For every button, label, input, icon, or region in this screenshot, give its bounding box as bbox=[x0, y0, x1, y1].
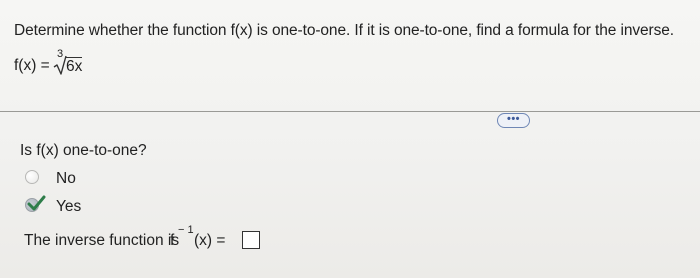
inverse-function-name: f bbox=[170, 232, 175, 249]
radio-no[interactable] bbox=[25, 170, 39, 184]
inverse-answer-input[interactable] bbox=[242, 231, 260, 249]
section-divider bbox=[0, 111, 700, 112]
checkmark-icon bbox=[27, 195, 46, 211]
one-to-one-prompt: Is f(x) one-to-one? bbox=[20, 142, 147, 159]
inverse-argument: (x) = bbox=[194, 232, 226, 249]
option-no-label: No bbox=[56, 170, 76, 187]
formula-lhs: f(x) = bbox=[14, 57, 50, 74]
inverse-answer-line: The inverse function is f − 1 (x) = bbox=[24, 224, 264, 254]
question-page: Determine whether the function f(x) is o… bbox=[0, 0, 700, 278]
question-text: Determine whether the function f(x) is o… bbox=[14, 22, 674, 39]
inverse-prompt: The inverse function is bbox=[24, 232, 180, 249]
radical-sign-icon bbox=[53, 55, 67, 75]
option-yes-label: Yes bbox=[56, 198, 82, 215]
option-no[interactable]: No bbox=[25, 168, 145, 188]
formula-radicand: 6x bbox=[66, 57, 83, 75]
option-yes[interactable]: Yes bbox=[25, 195, 145, 216]
function-formula: f(x) = 3 6x bbox=[14, 48, 154, 82]
more-options-button[interactable]: ••• bbox=[497, 113, 530, 128]
inverse-superscript: − 1 bbox=[178, 224, 194, 236]
